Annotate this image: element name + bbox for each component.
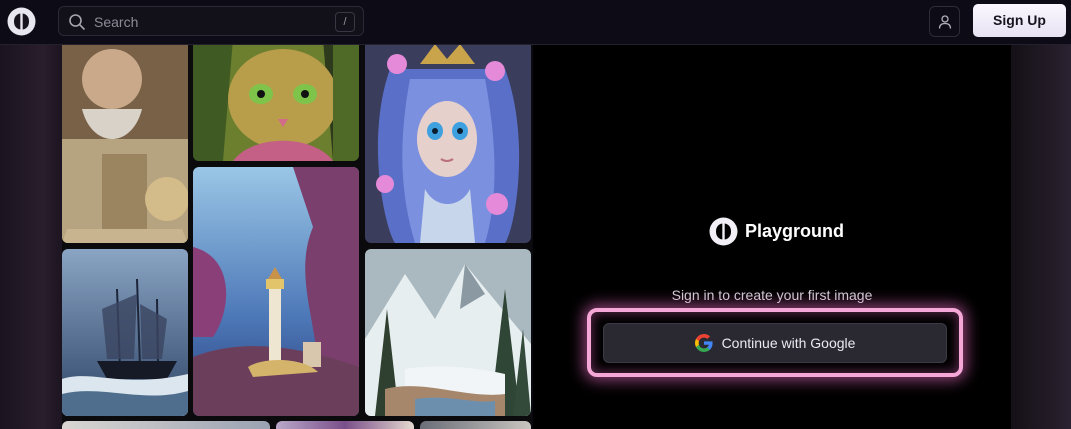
search-shortcut-key: / xyxy=(335,12,355,32)
gallery-image-snowy-forest[interactable] xyxy=(365,249,531,416)
gallery-image-partial-2[interactable] xyxy=(276,421,414,429)
top-bar: / Sign Up xyxy=(0,0,1071,45)
sign-in-tagline: Sign in to create your first image xyxy=(671,287,873,303)
gallery-image-ship-in-storm[interactable] xyxy=(62,249,188,416)
user-icon xyxy=(938,14,951,29)
search-input[interactable] xyxy=(92,11,326,33)
gallery-image-old-man[interactable] xyxy=(62,45,188,243)
background-blur-right xyxy=(1011,45,1071,429)
gallery-image-ornate-cat[interactable] xyxy=(193,45,359,161)
playground-brand-icon xyxy=(709,217,738,245)
brand: Playground xyxy=(709,216,844,246)
sign-in-panel: Playground Sign in to create your first … xyxy=(533,45,1011,429)
sign-up-button[interactable]: Sign Up xyxy=(973,4,1066,37)
gallery-image-partial-1[interactable] xyxy=(62,421,270,429)
gallery-image-lighthouse[interactable] xyxy=(193,167,359,416)
playground-logo-icon[interactable] xyxy=(7,7,36,36)
background-blur-left xyxy=(0,45,62,429)
gallery-image-blue-haired-girl[interactable] xyxy=(365,45,531,243)
brand-name: Playground xyxy=(745,220,845,241)
gallery-image-partial-3[interactable] xyxy=(420,421,531,429)
search-icon xyxy=(69,14,85,30)
google-button-label: Continue with Google xyxy=(721,335,856,351)
search-box[interactable]: / xyxy=(58,6,364,36)
image-gallery xyxy=(62,45,532,429)
continue-with-google-button[interactable]: Continue with Google xyxy=(603,323,947,363)
user-account-button[interactable] xyxy=(929,6,960,37)
google-icon xyxy=(694,334,713,352)
